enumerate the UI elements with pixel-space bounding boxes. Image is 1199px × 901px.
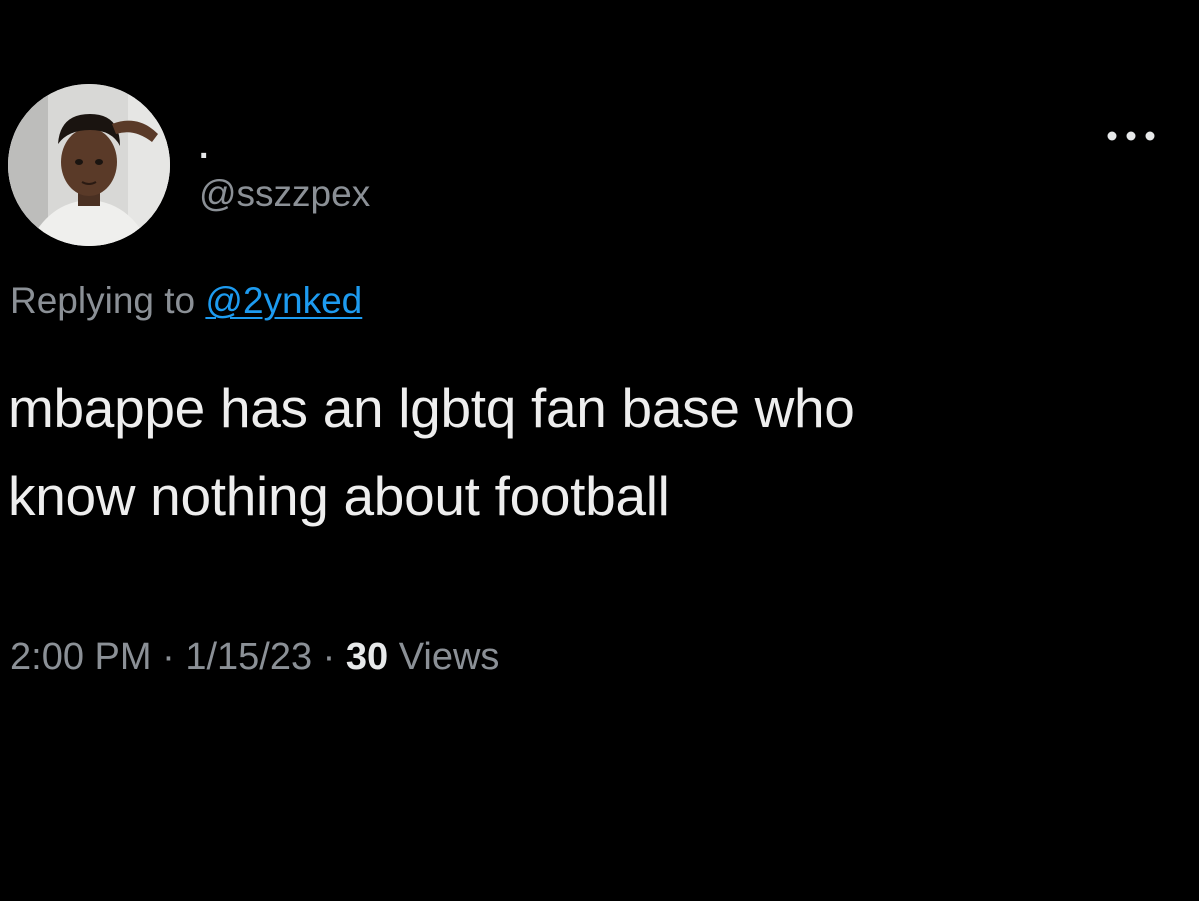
replying-to: Replying to @2ynked <box>10 278 362 324</box>
meta-separator: · <box>322 636 336 678</box>
replying-to-label: Replying to <box>10 280 196 321</box>
display-name[interactable]: . <box>199 130 208 164</box>
tweet-detail: . @sszzpex Replying to @2ynked mbappe ha… <box>0 0 1199 901</box>
more-options-icon[interactable] <box>1102 126 1160 146</box>
views-label[interactable]: Views <box>399 636 500 678</box>
tweet-text-line: mbappe has an lgbtq fan base who <box>8 377 855 439</box>
tweet-time[interactable]: 2:00 PM <box>10 636 152 678</box>
avatar[interactable] <box>8 84 170 246</box>
tweet-text-line: know nothing about football <box>8 465 670 527</box>
tweet-text: mbappe has an lgbtq fan base who know no… <box>8 364 1158 540</box>
reply-handle-link[interactable]: @2ynked <box>205 280 362 321</box>
tweet-date[interactable]: 1/15/23 <box>185 636 312 678</box>
user-handle[interactable]: @sszzpex <box>199 172 370 216</box>
meta-separator: · <box>162 636 175 678</box>
tweet-metadata: 2:00 PM · 1/15/23 · 30 Views <box>10 632 499 682</box>
views-count[interactable]: 30 <box>346 636 388 678</box>
user-avatar-icon <box>8 84 170 246</box>
